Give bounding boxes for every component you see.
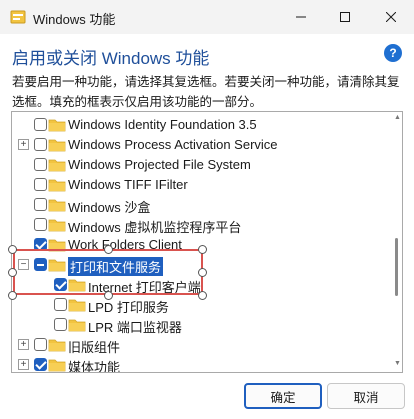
folder-icon — [48, 138, 66, 152]
folder-icon — [48, 198, 66, 212]
annotation-handle[interactable] — [8, 245, 17, 254]
feature-checkbox[interactable] — [34, 338, 47, 351]
feature-checkbox[interactable] — [34, 198, 47, 211]
folder-icon — [48, 178, 66, 192]
folder-icon — [68, 298, 86, 312]
scroll-up-arrow-icon[interactable]: ▲ — [394, 114, 401, 121]
help-icon[interactable]: ? — [384, 44, 402, 62]
feature-row[interactable]: Windows Identity Foundation 3.5 — [12, 115, 392, 135]
feature-row[interactable]: + 旧版组件 — [12, 335, 392, 355]
folder-icon — [48, 118, 66, 132]
feature-checkbox[interactable] — [54, 318, 67, 331]
scroll-down-arrow-icon[interactable]: ▼ — [394, 360, 401, 367]
folder-icon — [48, 218, 66, 232]
annotation-handle[interactable] — [8, 268, 17, 277]
scroll-thumb[interactable] — [395, 238, 398, 296]
feature-label[interactable]: Windows Projected File System — [68, 157, 251, 172]
feature-row[interactable]: Windows TIFF IFilter — [12, 175, 392, 195]
feature-row[interactable]: + 媒体功能 — [12, 355, 392, 372]
close-icon — [386, 12, 396, 22]
feature-checkbox[interactable] — [34, 118, 47, 131]
ok-button[interactable]: 确定 — [244, 383, 322, 409]
windows-features-app-icon — [10, 10, 26, 24]
feature-label[interactable]: 旧版组件 — [68, 337, 120, 356]
annotation-handle[interactable] — [8, 291, 17, 300]
feature-row[interactable]: LPR 端口监视器 — [12, 315, 392, 335]
annotation-handle[interactable] — [104, 245, 113, 254]
folder-icon — [48, 338, 66, 352]
annotation-highlight-box — [13, 249, 203, 295]
feature-row[interactable]: Windows 沙盒 — [12, 195, 392, 215]
feature-label[interactable]: LPD 打印服务 — [88, 297, 169, 316]
window-title: Windows 功能 — [33, 12, 116, 27]
feature-label[interactable]: Windows Identity Foundation 3.5 — [68, 117, 257, 132]
feature-label[interactable]: 媒体功能 — [68, 357, 120, 372]
maximize-button[interactable] — [322, 0, 368, 34]
feature-checkbox[interactable] — [34, 358, 47, 371]
feature-label[interactable]: Windows TIFF IFilter — [68, 177, 188, 192]
close-button[interactable] — [368, 0, 414, 34]
folder-icon — [68, 318, 86, 332]
minimize-icon — [296, 16, 306, 18]
expand-icon[interactable]: + — [18, 359, 29, 370]
folder-icon — [48, 358, 66, 372]
description-text: 若要启用一种功能，请选择其复选框。若要关闭一种功能，请清除其复选框。填充的框表示… — [12, 75, 400, 109]
feature-label[interactable]: Windows 虚拟机监控程序平台 — [68, 217, 241, 236]
feature-row[interactable]: + Windows Process Activation Service — [12, 135, 392, 155]
title-bar: Windows 功能 — [0, 0, 414, 34]
feature-checkbox[interactable] — [34, 138, 47, 151]
annotation-handle[interactable] — [104, 291, 113, 300]
folder-icon — [48, 158, 66, 172]
feature-label[interactable]: LPR 端口监视器 — [88, 317, 182, 336]
annotation-handle[interactable] — [198, 291, 207, 300]
feature-checkbox[interactable] — [54, 298, 67, 311]
feature-row[interactable]: Windows Projected File System — [12, 155, 392, 175]
feature-checkbox[interactable] — [34, 158, 47, 171]
feature-label[interactable]: Windows 沙盒 — [68, 197, 150, 216]
feature-tree[interactable]: Windows Identity Foundation 3.5 + Windows … — [11, 111, 403, 373]
maximize-icon — [340, 12, 350, 22]
feature-row[interactable]: Windows 虚拟机监控程序平台 — [12, 215, 392, 235]
feature-checkbox[interactable] — [34, 218, 47, 231]
expand-icon[interactable]: + — [18, 139, 29, 150]
expand-icon[interactable]: + — [18, 339, 29, 350]
annotation-handle[interactable] — [198, 245, 207, 254]
cancel-button[interactable]: 取消 — [327, 383, 405, 409]
minimize-button[interactable] — [278, 0, 324, 34]
feature-checkbox[interactable] — [34, 178, 47, 191]
annotation-handle[interactable] — [198, 268, 207, 277]
page-heading: 启用或关闭 Windows 功能 — [12, 49, 210, 68]
feature-label[interactable]: Windows Process Activation Service — [68, 137, 278, 152]
